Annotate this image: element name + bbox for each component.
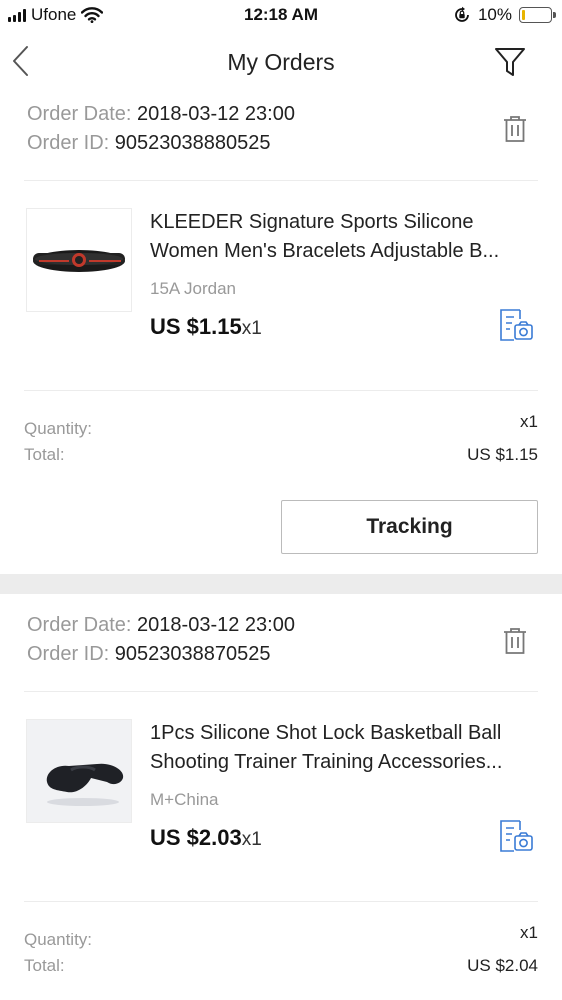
status-bar: Ufone 12:18 AM 10% (0, 0, 562, 32)
photo-review-icon[interactable] (498, 307, 534, 343)
photo-review-icon[interactable] (498, 818, 534, 854)
product-price: US $2.03 (150, 825, 242, 850)
product-price-row: US $1.15x1 (150, 314, 262, 340)
product-title-line2: Shooting Trainer Training Accessories... (150, 751, 503, 773)
order-card: Order Date: 2018-03-12 23:00 Order ID: 9… (0, 94, 562, 572)
order-card: Order Date: 2018-03-12 23:00 Order ID: 9… (0, 594, 562, 1000)
order-id-label: Order ID: (27, 643, 115, 665)
product-thumbnail[interactable] (26, 719, 132, 823)
product-title[interactable]: KLEEDER Signature Sports Silicone Women … (150, 208, 540, 266)
order-id-value: 90523038880525 (114, 132, 271, 154)
divider (24, 390, 538, 391)
divider (24, 180, 538, 181)
order-id-label: Order ID: (27, 132, 115, 154)
product-price-row: US $2.03x1 (150, 825, 262, 851)
product-variant: M+China (150, 790, 219, 809)
orientation-lock-icon (455, 6, 469, 22)
total-value: US $1.15 (467, 445, 538, 464)
total-label: Total: (24, 956, 65, 975)
product-qty: x1 (241, 829, 262, 850)
product-title-line2: Women Men's Bracelets Adjustable B... (150, 240, 500, 262)
product-title-line1: KLEEDER Signature Sports Silicone (150, 211, 474, 233)
order-date-label: Order Date: (27, 614, 138, 636)
page-title: My Orders (227, 49, 335, 75)
order-id-row: Order ID: 90523038870525 (27, 640, 271, 669)
product-qty: x1 (241, 318, 262, 339)
trash-icon[interactable] (501, 114, 529, 144)
divider (24, 691, 538, 692)
bracelet-image (33, 250, 125, 272)
product-variant: 15A Jordan (150, 279, 237, 298)
quantity-value: x1 (520, 923, 538, 942)
quantity-value: x1 (520, 412, 538, 431)
battery-level (522, 10, 525, 20)
product-thumbnail[interactable] (26, 208, 132, 312)
tracking-button[interactable]: Tracking (281, 500, 538, 554)
status-right: 10% (453, 5, 556, 25)
order-date-row: Order Date: 2018-03-12 23:00 (27, 611, 295, 640)
total-value: US $2.04 (467, 956, 538, 975)
order-id-value: 90523038870525 (114, 643, 271, 665)
order-separator (0, 574, 562, 594)
order-id-row: Order ID: 90523038880525 (27, 129, 271, 158)
shot-lock-image (46, 763, 124, 806)
filter-icon[interactable] (494, 46, 526, 78)
product-price: US $1.15 (150, 314, 242, 339)
order-date-value: 2018-03-12 23:00 (137, 614, 295, 636)
battery-icon (519, 7, 556, 23)
product-title-line1: 1Pcs Silicone Shot Lock Basketball Ball (150, 722, 502, 744)
order-date-row: Order Date: 2018-03-12 23:00 (27, 100, 295, 129)
quantity-label: Quantity: (24, 930, 93, 949)
order-date-label: Order Date: (27, 103, 138, 125)
battery-percent: 10% (477, 5, 512, 24)
nav-bar: My Orders (0, 34, 562, 94)
divider (24, 901, 538, 902)
trash-icon[interactable] (501, 626, 529, 656)
quantity-label: Quantity: (24, 419, 93, 438)
total-label: Total: (24, 445, 65, 464)
order-date-value: 2018-03-12 23:00 (137, 103, 295, 125)
product-title[interactable]: 1Pcs Silicone Shot Lock Basketball Ball … (150, 719, 540, 777)
